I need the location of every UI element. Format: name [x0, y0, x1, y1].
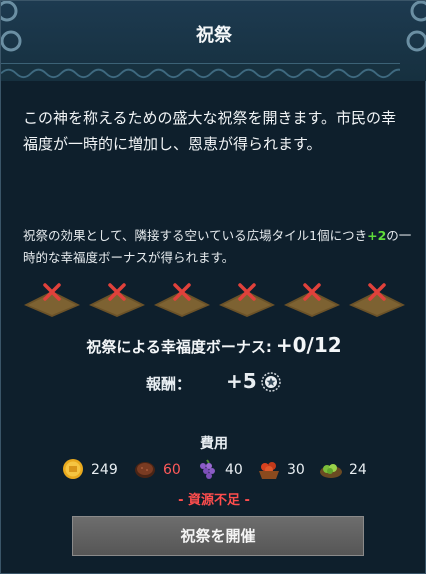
reward-label: 報酬： — [146, 375, 192, 393]
dialog-body: この神を称えるための盛大な祝祭を開きます。市民の幸福度が一時的に増加し、恩恵が得… — [1, 85, 426, 574]
plaza-tile-unavailable-icon — [24, 283, 80, 317]
cost-amount: 24 — [349, 462, 367, 478]
favor-icon — [261, 372, 281, 392]
plaza-tile-unavailable-icon — [89, 283, 145, 317]
plaza-tiles-row — [23, 281, 407, 317]
happiness-bonus-label: 祝祭による幸福度ボーナス: — [86, 338, 272, 356]
fruit-basket-icon — [259, 462, 279, 479]
gold-coin-icon — [63, 459, 83, 479]
cost-amount: 249 — [91, 462, 118, 478]
plaza-tile-unavailable-icon — [284, 283, 340, 317]
plaza-tile-unavailable-icon — [219, 283, 275, 317]
vegetables-icon — [320, 464, 342, 478]
happiness-bonus-value: +0/12 — [275, 333, 342, 357]
effect-description: 祝祭の効果として、隣接する空いている広場タイル1個につき+2の一時的な幸福度ボー… — [23, 225, 413, 269]
reward-value: +5 — [226, 369, 257, 393]
plaza-tile-unavailable-icon — [154, 283, 210, 317]
hold-festival-button[interactable]: 祝祭を開催 — [72, 516, 364, 556]
meat-icon — [135, 462, 155, 478]
cost-title: 費用 — [200, 436, 228, 452]
grapes-icon — [200, 459, 215, 479]
dialog-title: 祝祭 — [196, 25, 232, 46]
insufficient-resources-warning: - 資源不足 - — [178, 493, 250, 508]
cost-amount: 60 — [163, 462, 181, 478]
cost-list: 249 60 40 30 24 — [61, 457, 381, 483]
cost-amount: 40 — [225, 462, 243, 478]
effect-text-before: 祝祭の効果として、隣接する空いている広場タイル1個につき — [23, 228, 368, 243]
plaza-tile-unavailable-icon — [349, 283, 405, 317]
cost-amount: 30 — [287, 462, 305, 478]
header-wave-band — [1, 63, 401, 79]
festival-dialog: 祝祭 この神を称えるための盛大な祝祭を開きます。市民の幸福度が一時的に増加し、恩… — [0, 0, 426, 574]
reward-line: 報酬： +5 — [146, 369, 306, 397]
intro-text: この神を称えるための盛大な祝祭を開きます。市民の幸福度が一時的に増加し、恩恵が得… — [23, 109, 397, 153]
happiness-bonus-line: 祝祭による幸福度ボーナス: +0/12 — [1, 333, 426, 357]
dialog-header: 祝祭 — [1, 1, 426, 81]
effect-bonus-value: +2 — [367, 228, 387, 243]
